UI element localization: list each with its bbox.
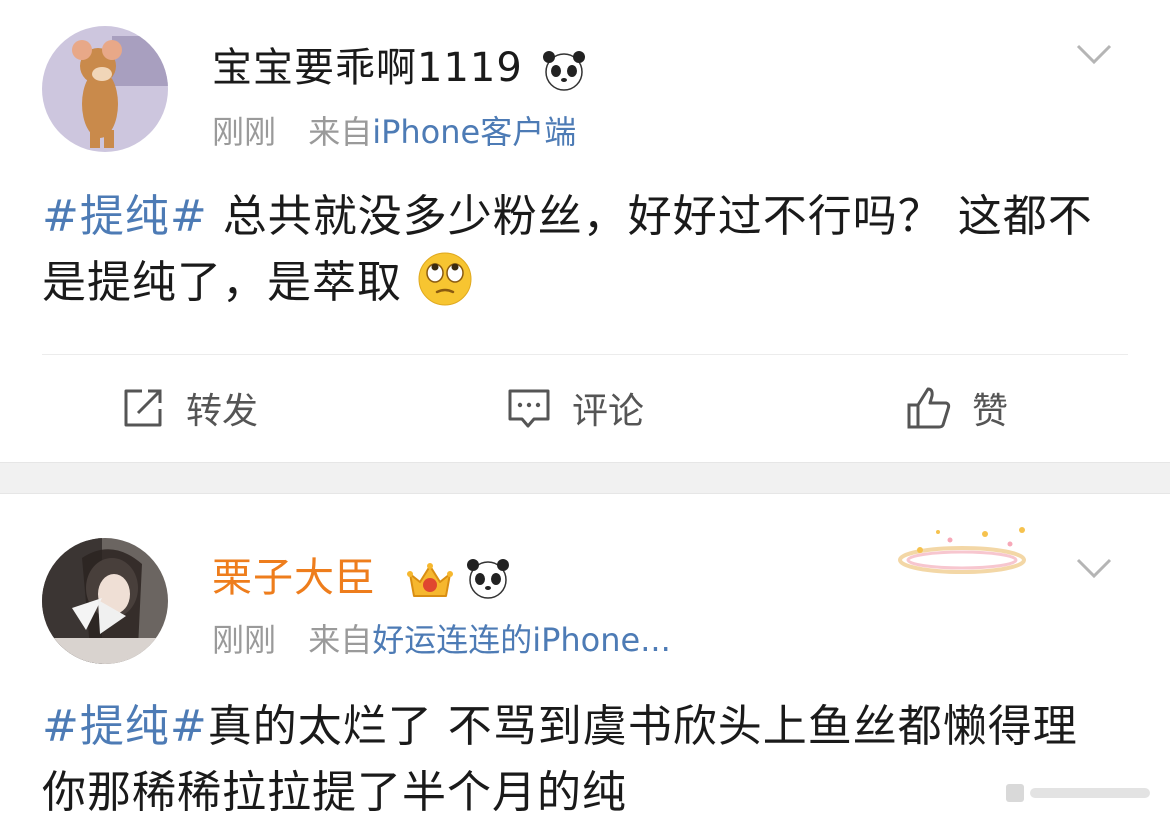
watermark bbox=[1006, 784, 1150, 802]
post-meta: 刚刚 来自好运连连的iPhone... bbox=[212, 620, 671, 660]
chevron-down-icon[interactable] bbox=[1074, 556, 1114, 580]
comment-icon bbox=[508, 389, 550, 428]
post-source[interactable]: 好运连连的iPhone... bbox=[372, 621, 671, 659]
eye-roll-emoji bbox=[418, 252, 472, 306]
username[interactable]: 宝宝要乖啊1119 bbox=[212, 44, 523, 92]
post-source[interactable]: iPhone客户端 bbox=[372, 113, 576, 151]
repost-label: 转发 bbox=[186, 391, 259, 432]
repost-button[interactable]: 转发 bbox=[120, 380, 258, 436]
comment-label: 评论 bbox=[572, 391, 645, 432]
like-label: 赞 bbox=[972, 391, 1009, 432]
source-prefix: 来自 bbox=[308, 621, 373, 659]
weibo-post: 宝宝要乖啊1119 刚刚 来自iPhone客户端 #提纯# 总共就没多少粉丝，好… bbox=[0, 0, 1170, 462]
decoration-sparkle bbox=[898, 527, 1026, 574]
post-content: #提纯# 总共就没多少粉丝，好好过不行吗？ 这都不是提纯了，是萃取 bbox=[42, 184, 1122, 316]
divider bbox=[42, 354, 1128, 355]
post-meta: 刚刚 来自iPhone客户端 bbox=[212, 112, 576, 152]
comment-button[interactable]: 评论 bbox=[506, 380, 644, 436]
feed-separator bbox=[0, 462, 1170, 494]
like-button[interactable]: 赞 bbox=[906, 380, 1008, 436]
hashtag-link[interactable]: #提纯# bbox=[42, 191, 208, 242]
weibo-post: 栗子大臣 刚刚 来自好运连连的iPhone... #提纯#真的太烂了 不骂到虞书… bbox=[0, 494, 1170, 814]
panda-icon bbox=[467, 559, 509, 599]
thumbs-up-icon bbox=[907, 387, 951, 429]
source-prefix: 来自 bbox=[308, 113, 373, 151]
post-time: 刚刚 bbox=[212, 113, 277, 151]
avatar[interactable] bbox=[42, 26, 168, 152]
avatar[interactable] bbox=[42, 538, 168, 664]
username[interactable]: 栗子大臣 bbox=[212, 554, 376, 602]
post-content: #提纯#真的太烂了 不骂到虞书欣头上鱼丝都懒得理你那稀稀拉拉提了半个月的纯 bbox=[42, 694, 1122, 814]
repost-icon bbox=[124, 389, 162, 427]
chevron-down-icon[interactable] bbox=[1074, 42, 1114, 66]
post-time: 刚刚 bbox=[212, 621, 277, 659]
panda-icon bbox=[543, 51, 585, 91]
crown-badge-icon bbox=[407, 563, 453, 597]
hashtag-link[interactable]: #提纯# bbox=[42, 701, 208, 752]
